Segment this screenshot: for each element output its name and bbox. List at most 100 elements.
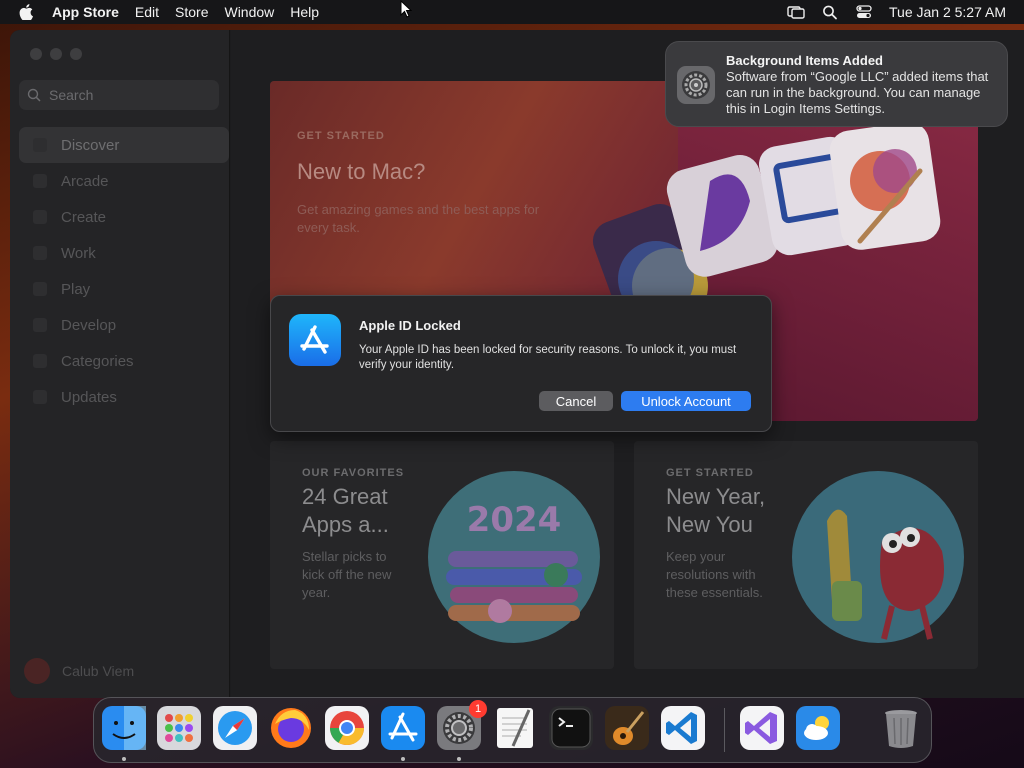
dock-firefox[interactable] xyxy=(269,706,313,750)
dock: 1 xyxy=(93,697,932,763)
dock-visual-studio[interactable] xyxy=(740,706,784,750)
safari-icon xyxy=(213,706,257,750)
menu-window[interactable]: Window xyxy=(216,0,282,24)
featured-card-favorites[interactable]: OUR FAVORITES 24 Great Apps a... Stellar… xyxy=(270,441,614,669)
apple-menu-icon[interactable] xyxy=(0,0,52,24)
dock-launchpad[interactable] xyxy=(157,706,201,750)
textedit-icon xyxy=(497,708,533,748)
background-items-notification[interactable]: Background Items Added Software from “Go… xyxy=(665,41,1008,127)
sidebar-item-label: Work xyxy=(61,244,96,262)
characters-artwork xyxy=(792,471,964,643)
card-eyebrow: GET STARTED xyxy=(666,467,754,479)
garageband-icon xyxy=(605,706,649,750)
menu-edit[interactable]: Edit xyxy=(127,0,167,24)
menu-clock[interactable]: Tue Jan 2 5:27 AM xyxy=(889,4,1006,20)
categories-icon xyxy=(33,354,47,368)
firefox-icon xyxy=(271,708,311,748)
running-indicator xyxy=(122,757,126,761)
dialog-title: Apple ID Locked xyxy=(359,318,461,333)
sidebar-nav: Discover Arcade Create Work Play Develop… xyxy=(19,127,229,415)
sidebar-item-label: Play xyxy=(61,280,91,298)
unlock-account-button[interactable]: Unlock Account xyxy=(621,391,751,411)
app-store-icon xyxy=(289,314,341,366)
window-controls xyxy=(30,48,82,60)
spotlight-search-icon[interactable] xyxy=(813,0,847,24)
visual-studio-icon xyxy=(740,706,784,750)
sidebar-item-updates[interactable]: Updates xyxy=(19,379,229,415)
screen-mirroring-icon[interactable] xyxy=(779,0,813,24)
close-window-button[interactable] xyxy=(30,48,42,60)
card-title: 24 Great Apps a... xyxy=(302,484,389,537)
card-eyebrow: OUR FAVORITES xyxy=(302,467,405,479)
user-name: Calub Viem xyxy=(62,663,135,679)
sidebar-item-label: Categories xyxy=(61,352,134,370)
updates-icon xyxy=(33,390,47,404)
search-icon xyxy=(27,88,41,102)
vscode-icon xyxy=(661,706,705,750)
discover-icon xyxy=(33,138,47,152)
notification-badge: 1 xyxy=(469,700,487,718)
dock-finder[interactable] xyxy=(102,706,146,750)
notification-title: Background Items Added xyxy=(726,53,883,68)
hero-subtitle: Get amazing games and the best apps for … xyxy=(297,202,540,235)
minimize-window-button[interactable] xyxy=(50,48,62,60)
running-indicator xyxy=(401,757,405,761)
sidebar-item-arcade[interactable]: Arcade xyxy=(19,163,229,199)
finder-icon xyxy=(102,706,146,750)
sidebar-item-develop[interactable]: Develop xyxy=(19,307,229,343)
dock-weather[interactable] xyxy=(796,706,840,750)
dock-safari[interactable] xyxy=(213,706,257,750)
app-store-icon xyxy=(381,706,425,750)
terminal-icon xyxy=(549,706,593,750)
dock-app-store[interactable] xyxy=(381,706,425,750)
launchpad-icon xyxy=(157,706,201,750)
dock-system-settings[interactable]: 1 xyxy=(437,700,487,750)
sidebar: Discover Arcade Create Work Play Develop… xyxy=(10,30,230,698)
dock-separator xyxy=(724,708,725,752)
card-subtitle: Stellar picks to kick off the new year. xyxy=(302,549,392,600)
account-button[interactable]: Calub Viem xyxy=(24,658,134,684)
sidebar-item-discover[interactable]: Discover xyxy=(19,127,229,163)
sidebar-item-create[interactable]: Create xyxy=(19,199,229,235)
dock-chrome[interactable] xyxy=(325,706,369,750)
dock-trash[interactable] xyxy=(879,706,923,750)
card-title: New Year, New You xyxy=(666,484,766,537)
sidebar-item-categories[interactable]: Categories xyxy=(19,343,229,379)
search-input[interactable] xyxy=(49,87,199,103)
card-art-year: 2024 xyxy=(467,500,562,540)
chrome-icon xyxy=(325,706,369,750)
sidebar-item-label: Arcade xyxy=(61,172,109,190)
menu-help[interactable]: Help xyxy=(282,0,327,24)
notification-body: Software from “Google LLC” added items t… xyxy=(726,69,989,116)
sidebar-item-label: Create xyxy=(61,208,107,226)
sidebar-item-play[interactable]: Play xyxy=(19,271,229,307)
hero-title: New to Mac? xyxy=(297,159,426,184)
zoom-window-button[interactable] xyxy=(70,48,82,60)
dialog-message: Your Apple ID has been locked for securi… xyxy=(359,344,737,371)
dock-textedit[interactable] xyxy=(493,706,537,750)
sidebar-item-work[interactable]: Work xyxy=(19,235,229,271)
work-icon xyxy=(33,246,47,260)
menu-app-name[interactable]: App Store xyxy=(52,0,127,24)
dock-terminal[interactable] xyxy=(549,706,593,750)
featured-card-new-year[interactable]: GET STARTED New Year, New You Keep your … xyxy=(634,441,978,669)
cancel-button[interactable]: Cancel xyxy=(539,391,613,411)
weather-icon xyxy=(796,706,840,750)
search-field[interactable] xyxy=(19,80,219,110)
menu-store[interactable]: Store xyxy=(167,0,216,24)
arcade-icon xyxy=(33,174,47,188)
control-center-icon[interactable] xyxy=(847,0,881,24)
dock-garageband[interactable] xyxy=(605,706,649,750)
mouse-cursor-icon xyxy=(400,0,412,18)
hero-eyebrow: GET STARTED xyxy=(297,130,385,142)
sidebar-item-label: Develop xyxy=(61,316,117,334)
dock-vscode[interactable] xyxy=(661,706,705,750)
trash-icon xyxy=(885,710,917,748)
menu-bar: App Store Edit Store Window Help Tue Jan… xyxy=(0,0,1024,24)
running-indicator xyxy=(457,757,461,761)
apple-id-locked-dialog: Apple ID Locked Your Apple ID has been l… xyxy=(270,295,772,432)
play-icon xyxy=(33,282,47,296)
avatar xyxy=(24,658,50,684)
develop-icon xyxy=(33,318,47,332)
stack-2024-artwork: 2024 xyxy=(428,471,600,643)
